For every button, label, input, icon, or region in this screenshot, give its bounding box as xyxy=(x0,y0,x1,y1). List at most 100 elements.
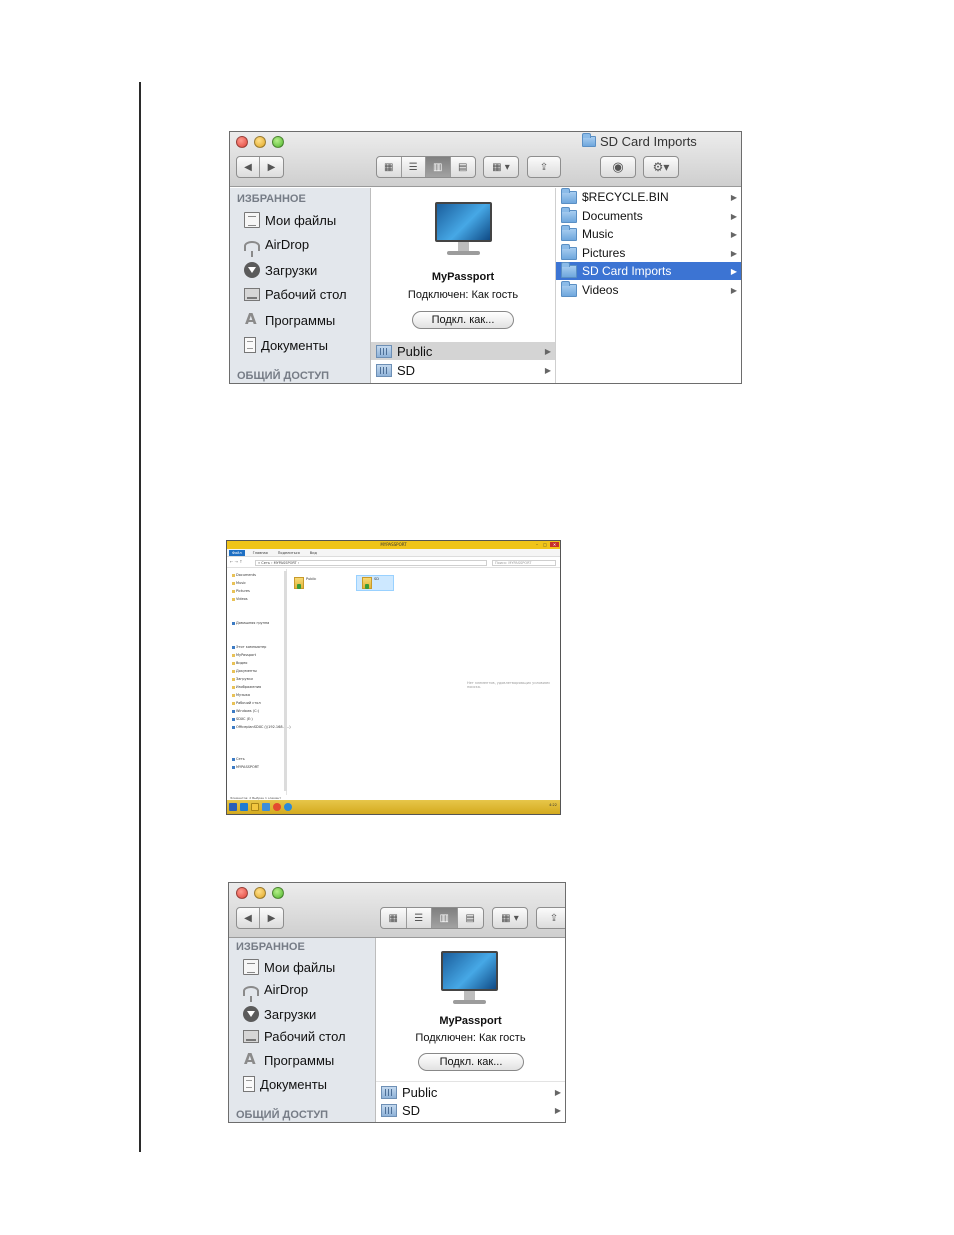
device-name: MyPassport xyxy=(439,1015,502,1027)
close-icon[interactable]: ✕ xyxy=(550,542,559,547)
zoom-window-button[interactable] xyxy=(272,136,284,148)
coverflow-view-button[interactable]: ▤ xyxy=(451,157,475,177)
sidebar-item-desktop[interactable]: Рабочий стол xyxy=(243,1029,346,1044)
back-button[interactable]: ◀ xyxy=(237,908,261,928)
sidebar-item-airdrop[interactable]: AirDrop xyxy=(243,982,308,1002)
nav-item[interactable]: MYPASSPORT xyxy=(232,765,259,769)
finder-sidebar: ИЗБРАННОЕ Мои файлы AirDrop Загрузки Раб… xyxy=(230,188,371,383)
explorer-folder-public[interactable]: Public xyxy=(294,577,316,589)
minimize-window-button[interactable] xyxy=(254,887,266,899)
ribbon-tab-share[interactable]: Поделиться xyxy=(276,551,302,555)
share-row-sd[interactable]: SD ▶ xyxy=(376,1101,565,1119)
action-menu-button[interactable]: ⚙▾ xyxy=(643,156,679,178)
list-view-button[interactable]: ☰ xyxy=(402,157,426,177)
sidebar-item-downloads[interactable]: Загрузки xyxy=(243,1006,316,1022)
device-column: MyPassport Подключен: Как гость Подкл. к… xyxy=(371,188,556,383)
sidebar-item-label: Документы xyxy=(261,337,329,353)
nav-arrows-icon[interactable]: ← → ↑ xyxy=(230,559,243,564)
folder-row[interactable]: $RECYCLE.BIN ▶ xyxy=(556,187,741,206)
sidebar-item-documents[interactable]: Документы xyxy=(244,337,328,353)
forward-button[interactable]: ▶ xyxy=(260,908,283,928)
share-row-public[interactable]: Public ▶ xyxy=(376,1083,565,1101)
nav-item[interactable]: MyPassport xyxy=(232,653,256,657)
sidebar-item-desktop[interactable]: Рабочий стол xyxy=(244,287,347,302)
desktop-icon xyxy=(243,1030,259,1043)
sidebar-item-applications[interactable]: Программы xyxy=(243,1050,334,1068)
nav-item[interactable]: Windows (C:) xyxy=(232,709,259,713)
maximize-icon[interactable]: □ xyxy=(542,542,548,547)
explorer-empty-hint: Нет элементов, удовлетворяющих условиям … xyxy=(467,681,550,689)
folder-row[interactable]: Music ▶ xyxy=(556,224,741,243)
start-icon[interactable] xyxy=(229,803,237,811)
nav-item[interactable]: Рабочий стол xyxy=(232,701,261,705)
nav-item[interactable]: OfficeplanSDXC (\\192.168.1...) xyxy=(232,725,291,729)
quick-look-button[interactable]: ◉ xyxy=(600,156,636,178)
ie-icon[interactable] xyxy=(240,803,248,811)
explorer-search-input[interactable]: Поиск: MYPASSPORT xyxy=(492,560,556,566)
folder-row-selected[interactable]: SD Card Imports ▶ xyxy=(556,261,741,280)
forward-button[interactable]: ▶ xyxy=(260,157,283,177)
share-button[interactable]: ⇪ xyxy=(536,907,565,929)
folder-row[interactable]: Videos ▶ xyxy=(556,280,741,299)
sidebar-item-applications[interactable]: Программы xyxy=(244,310,335,328)
device-status: Подключен: Как гость xyxy=(415,1032,526,1044)
share-row-sd[interactable]: SD ▶ xyxy=(371,361,555,379)
column-view-button[interactable]: ▥ xyxy=(432,908,458,928)
share-button[interactable]: ⇪ xyxy=(527,156,561,178)
icon-view-button[interactable]: ▦ xyxy=(381,908,407,928)
ribbon-tab-file[interactable]: Файл xyxy=(229,549,245,556)
sidebar-item-label: Загрузки xyxy=(265,262,318,278)
nav-item[interactable]: Этот компьютер xyxy=(232,645,266,649)
explorer-folder-sd[interactable]: SD xyxy=(356,575,394,591)
windows-explorer-window: MYPASSPORT – □ ✕ Файл Главная Поделиться… xyxy=(226,540,561,815)
nav-item[interactable]: Документы xyxy=(232,669,257,673)
share-label: Public xyxy=(402,1084,438,1100)
sidebar-item-downloads[interactable]: Загрузки xyxy=(244,262,317,278)
nav-item[interactable]: Сеть xyxy=(232,757,245,761)
nav-item[interactable]: Домашняя группа xyxy=(232,621,269,625)
device-status: Подключен: Как гость xyxy=(407,289,519,301)
share-row-public[interactable]: Public ▶ xyxy=(371,342,555,360)
finder-toolbar: SD Card Imports ◀ ▶ ▦ ☰ ▥ ▤ ▦ ▾ ⇪ ◉ ⚙▾ xyxy=(230,132,741,187)
address-path[interactable]: « Сеть › MYPASSPORT › xyxy=(255,560,487,566)
nav-item[interactable]: Музыка xyxy=(232,693,250,697)
nav-item[interactable]: Pictures xyxy=(232,589,250,593)
list-view-button[interactable]: ☰ xyxy=(407,908,432,928)
zoom-window-button[interactable] xyxy=(272,887,284,899)
close-window-button[interactable] xyxy=(236,136,248,148)
back-button[interactable]: ◀ xyxy=(237,157,261,177)
column-view-button[interactable]: ▥ xyxy=(426,157,451,177)
chrome-icon[interactable] xyxy=(273,803,281,811)
nav-item[interactable]: Music xyxy=(232,581,246,585)
sidebar-item-airdrop[interactable]: AirDrop xyxy=(244,237,309,257)
connect-as-button[interactable]: Подкл. как... xyxy=(418,1053,524,1071)
arrange-button[interactable]: ▦ ▾ xyxy=(483,156,519,178)
store-icon[interactable] xyxy=(262,803,270,811)
coverflow-view-button[interactable]: ▤ xyxy=(458,908,483,928)
nav-item[interactable]: Videos xyxy=(232,597,248,601)
ribbon-tab-view[interactable]: Вид xyxy=(308,551,319,555)
close-window-button[interactable] xyxy=(236,887,248,899)
explorer-icon[interactable] xyxy=(251,803,259,811)
folder-row[interactable]: Documents ▶ xyxy=(556,206,741,225)
browser-icon[interactable] xyxy=(284,803,292,811)
folder-row[interactable]: Pictures ▶ xyxy=(556,243,741,262)
nav-item[interactable]: Изображения xyxy=(232,685,261,689)
minimize-window-button[interactable] xyxy=(254,136,266,148)
nav-item[interactable]: SDXC (E:) xyxy=(232,717,253,721)
folder-label: Pictures xyxy=(582,246,626,260)
nav-item[interactable]: Видео xyxy=(232,661,247,665)
connect-as-button[interactable]: Подкл. как... xyxy=(412,311,514,329)
sidebar-item-my-files[interactable]: Мои файлы xyxy=(243,959,335,975)
minimize-icon[interactable]: – xyxy=(534,542,540,547)
arrange-button[interactable]: ▦ ▾ xyxy=(492,907,528,929)
icon-view-button[interactable]: ▦ xyxy=(377,157,402,177)
nav-scrollbar[interactable] xyxy=(284,571,287,791)
ribbon-tab-home[interactable]: Главная xyxy=(251,551,270,555)
sidebar-item-my-files[interactable]: Мои файлы xyxy=(244,212,336,228)
sidebar-item-documents[interactable]: Документы xyxy=(243,1076,327,1092)
folder-icon xyxy=(561,280,577,297)
shared-heading: ОБЩИЙ ДОСТУП xyxy=(236,1109,329,1121)
nav-item[interactable]: Documents xyxy=(232,573,256,577)
nav-item[interactable]: Загрузки xyxy=(232,677,253,681)
